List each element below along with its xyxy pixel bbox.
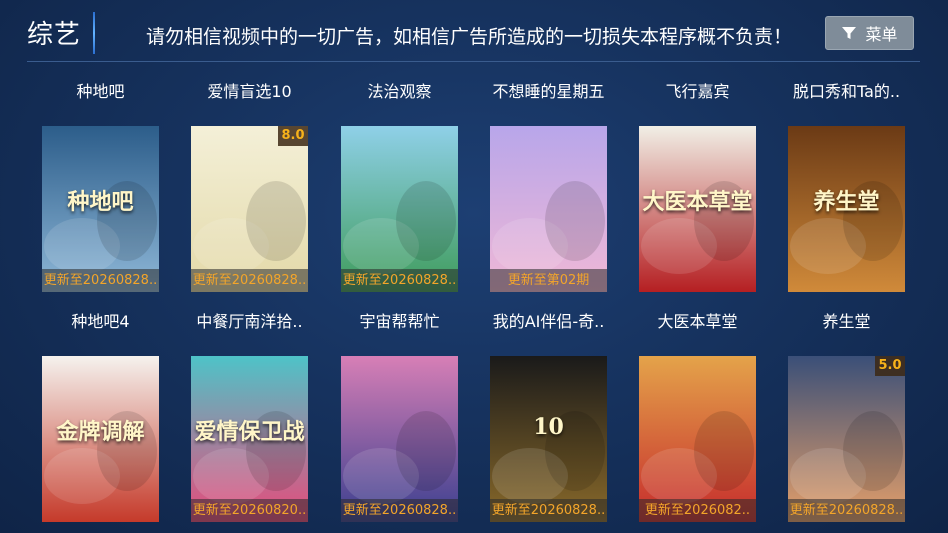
poster-image	[341, 356, 458, 522]
poster-image	[639, 356, 756, 522]
video-poster[interactable]: 更新至第02期	[490, 126, 607, 292]
poster-title-art: 大医本草堂	[642, 189, 753, 215]
video-poster[interactable]: 金牌调解	[42, 356, 159, 522]
video-title[interactable]: 中餐厅南洋拾..	[175, 308, 324, 332]
video-title[interactable]: 大医本草堂	[623, 308, 772, 332]
poster-image	[191, 126, 308, 292]
video-poster[interactable]: 爱情保卫战更新至20260820..	[191, 356, 308, 522]
video-title[interactable]: 不想睡的星期五	[474, 78, 623, 102]
poster-image	[490, 126, 607, 292]
video-title[interactable]: 爱情盲选10	[175, 78, 324, 102]
update-status: 更新至20260828..	[788, 499, 905, 522]
score-badge: 5.0	[875, 356, 905, 376]
poster-image	[341, 126, 458, 292]
video-poster[interactable]: 8.0 更新至20260828..	[191, 126, 308, 292]
poster-title-art: 金牌调解	[56, 419, 145, 445]
video-poster[interactable]: 5.0 更新至20260828..	[788, 356, 905, 522]
score-badge: 8.0	[278, 126, 308, 146]
update-status: 更新至20260820..	[191, 499, 308, 522]
video-poster[interactable]: 10 更新至20260828..	[490, 356, 607, 522]
video-grid: 种地吧 种地吧 更新至20260828.. 爱情盲选10 8.0 更新至20260828.…	[0, 0, 948, 533]
update-status: 更新至20260828..	[341, 269, 458, 292]
video-title[interactable]: 法治观察	[325, 78, 474, 102]
video-title[interactable]: 种地吧	[26, 78, 175, 102]
video-title[interactable]: 种地吧4	[26, 308, 175, 332]
video-poster[interactable]: 大医本草堂	[639, 126, 756, 292]
video-title[interactable]: 宇宙帮帮忙	[325, 308, 474, 332]
video-title[interactable]: 飞行嘉宾	[623, 78, 772, 102]
update-status: 更新至第02期	[490, 269, 607, 292]
video-poster[interactable]: 更新至2026082..	[639, 356, 756, 522]
video-poster[interactable]: 种地吧更新至20260828..	[42, 126, 159, 292]
poster-title-art: 养生堂	[813, 189, 880, 215]
update-status: 更新至2026082..	[639, 499, 756, 522]
video-title[interactable]: 我的AI伴侣-奇..	[474, 308, 623, 332]
poster-title-art: 10	[533, 414, 564, 440]
video-title[interactable]: 脱口秀和Ta的..	[772, 78, 921, 102]
video-poster[interactable]: 更新至20260828..	[341, 126, 458, 292]
update-status: 更新至20260828..	[490, 499, 607, 522]
video-title[interactable]: 养生堂	[772, 308, 921, 332]
poster-title-art: 爱情保卫战	[194, 419, 305, 445]
video-poster[interactable]: 更新至20260828..	[341, 356, 458, 522]
update-status: 更新至20260828..	[42, 269, 159, 292]
update-status: 更新至20260828..	[341, 499, 458, 522]
poster-title-art: 种地吧	[67, 189, 134, 215]
video-poster[interactable]: 养生堂	[788, 126, 905, 292]
poster-image	[788, 356, 905, 522]
update-status: 更新至20260828..	[191, 269, 308, 292]
